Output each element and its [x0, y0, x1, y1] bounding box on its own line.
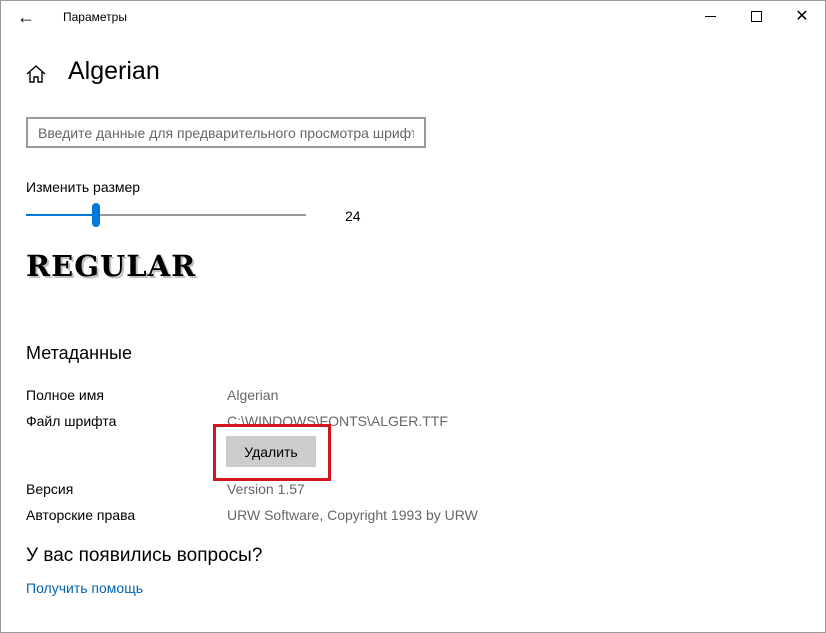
size-label: Изменить размер [26, 179, 141, 195]
metadata-heading: Метаданные [26, 343, 133, 363]
back-arrow-icon[interactable]: ← [13, 5, 39, 29]
home-icon[interactable] [25, 63, 47, 85]
questions-heading: У вас появились вопросы? [26, 545, 263, 566]
version-label: Версия [26, 481, 74, 497]
copyright-label: Авторские права [26, 507, 136, 523]
size-value: 24 [345, 208, 361, 224]
minimize-button[interactable] [687, 1, 733, 33]
page-title: Algerian [68, 57, 160, 85]
highlight-annotation [213, 424, 331, 481]
version-value: Version 1.57 [227, 481, 305, 497]
close-icon: ✕ [795, 8, 809, 25]
close-button[interactable]: ✕ [779, 1, 825, 33]
maximize-icon [750, 11, 762, 23]
copyright-value: URW Software, Copyright 1993 by URW [227, 507, 478, 523]
maximize-button[interactable] [733, 1, 779, 33]
slider-thumb[interactable] [92, 203, 100, 227]
get-help-link[interactable]: Получить помощь [26, 580, 143, 596]
font-file-label: Файл шрифта [26, 413, 117, 429]
size-slider[interactable] [26, 201, 306, 229]
font-style-sample: REGULAR [26, 249, 197, 283]
minimize-icon [704, 16, 716, 18]
slider-fill [26, 214, 96, 216]
window-title: Параметры [63, 10, 127, 24]
title-bar: ← Параметры ✕ [1, 1, 825, 33]
preview-text-input[interactable] [26, 117, 426, 148]
full-name-value: Algerian [227, 387, 279, 403]
full-name-label: Полное имя [26, 387, 104, 403]
